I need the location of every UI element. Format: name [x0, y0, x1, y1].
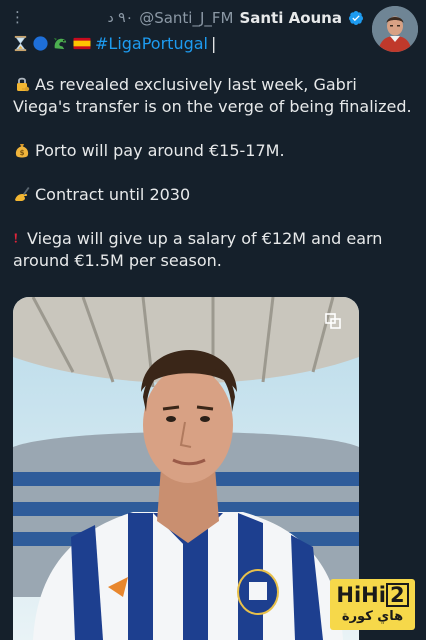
paragraph-text: Viega will give up a salary of €12M and … — [13, 229, 383, 270]
tweet-time[interactable]: ٩٠ د — [107, 10, 133, 26]
hourglass-icon — [14, 35, 27, 52]
tweet-paragraph: Viega will give up a salary of €12M and … — [13, 228, 418, 272]
tweet-paragraph: $ Porto will pay around €15-17M. — [13, 140, 418, 162]
watermark-brand-text: HiHi — [336, 583, 386, 607]
paragraph-text: As revealed exclusively last week, Gabri… — [13, 75, 412, 116]
hashtag-ligaportugal[interactable]: #LigaPortugal — [95, 34, 208, 53]
verified-badge-icon — [348, 11, 363, 25]
dragon-icon — [53, 37, 67, 50]
tweet-paragraph: As revealed exclusively last week, Gabri… — [13, 74, 418, 118]
money-bag-icon: $ — [15, 144, 29, 158]
blue-circle-icon — [33, 36, 48, 51]
watermark-digit: 2 — [385, 583, 409, 607]
tweet-body: As revealed exclusively last week, Gabri… — [13, 74, 418, 294]
hihi2-watermark-logo: HiHi 2 هاي كورة — [330, 579, 415, 630]
user-display-name[interactable]: Santi Aouna — [239, 9, 342, 27]
writing-hand-icon — [15, 187, 30, 201]
svg-text:$: $ — [20, 149, 25, 157]
player-photo — [13, 297, 359, 640]
spain-flag-icon — [73, 37, 91, 50]
tweet-paragraph: Contract until 2030 — [13, 184, 418, 206]
hashtag-line: #LigaPortugal | — [12, 34, 216, 53]
paragraph-text: Contract until 2030 — [35, 185, 191, 204]
more-options-icon[interactable]: ⋮ — [10, 8, 25, 26]
text-cursor: | — [211, 34, 217, 53]
watermark-top: HiHi 2 — [330, 583, 415, 607]
user-avatar[interactable] — [372, 6, 418, 52]
tweet-header: ٩٠ د @Santi_J_FM Santi Aouna — [107, 9, 364, 27]
expand-media-icon[interactable] — [324, 312, 342, 330]
tweet-media-image[interactable] — [13, 297, 359, 640]
avatar-image — [372, 6, 418, 52]
exclamation-icon — [14, 233, 17, 243]
user-handle[interactable]: @Santi_J_FM — [139, 9, 233, 27]
paragraph-text: Porto will pay around €15-17M. — [35, 141, 285, 160]
lock-with-key-icon — [17, 77, 30, 92]
watermark-arabic-text: هاي كورة — [341, 609, 404, 624]
